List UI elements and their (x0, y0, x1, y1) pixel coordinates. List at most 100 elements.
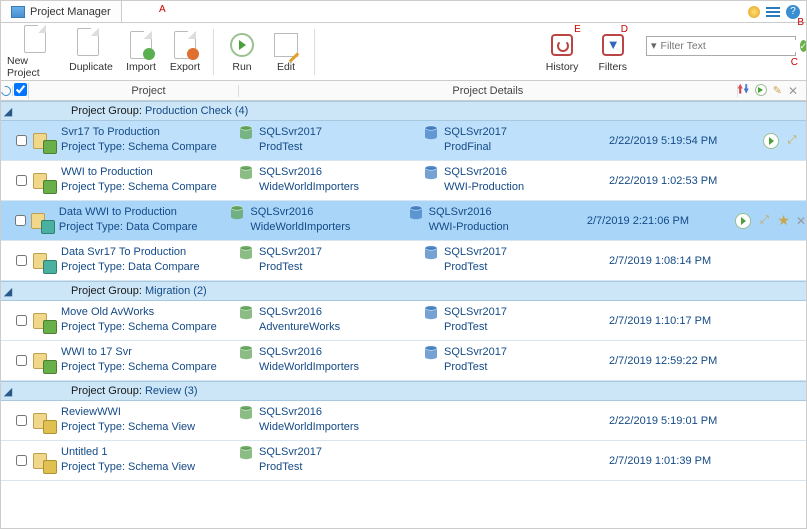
project-row[interactable]: Svr17 To Production Project Type: Schema… (1, 121, 806, 161)
edit-header-icon[interactable]: ✎ (773, 84, 782, 98)
project-name[interactable]: ReviewWWI (61, 405, 239, 420)
project-row[interactable]: Data WWI to Production Project Type: Dat… (1, 201, 806, 241)
target-server[interactable]: SQLSvr2017 (444, 345, 507, 360)
target-db[interactable]: ProdTest (444, 260, 507, 275)
project-type-icon (31, 210, 53, 232)
source-db-icon (239, 305, 253, 321)
row-checkbox[interactable] (16, 135, 27, 146)
project-name[interactable]: Data Svr17 To Production (61, 245, 239, 260)
row-checkbox[interactable] (16, 315, 27, 326)
filter-input[interactable] (661, 40, 796, 52)
row-checkbox[interactable] (16, 255, 27, 266)
project-row[interactable]: WWI to 17 Svr Project Type: Schema Compa… (1, 341, 806, 381)
source-server[interactable]: SQLSvr2017 (259, 125, 322, 140)
project-name[interactable]: WWI to 17 Svr (61, 345, 239, 360)
export-button[interactable]: Export (163, 25, 207, 79)
project-name[interactable]: Svr17 To Production (61, 125, 239, 140)
source-db-icon (239, 405, 253, 421)
annotation-c: C (791, 57, 798, 68)
target-db[interactable]: WWI-Production (429, 220, 509, 235)
titlebar: Project Manager A ? B (1, 1, 806, 23)
target-server[interactable]: SQLSvr2016 (444, 165, 524, 180)
row-checkbox[interactable] (16, 415, 27, 426)
edit-button[interactable]: Edit (264, 25, 308, 79)
source-db[interactable]: WideWorldImporters (259, 360, 359, 375)
source-server[interactable]: SQLSvr2017 (259, 245, 322, 260)
collapse-icon[interactable]: ◢ (3, 385, 13, 398)
column-header: Project Project Details ✎ ✕ (1, 81, 806, 101)
source-server[interactable]: SQLSvr2016 (259, 405, 359, 420)
project-type: Project Type: Schema Compare (61, 360, 239, 375)
source-db[interactable]: WideWorldImporters (250, 220, 350, 235)
project-row[interactable]: Move Old AvWorks Project Type: Schema Co… (1, 301, 806, 341)
select-all-checkbox[interactable] (13, 83, 29, 99)
group-header[interactable]: ◢ Project Group: Review (3) (1, 381, 806, 401)
target-server[interactable]: SQLSvr2017 (444, 305, 507, 320)
source-server[interactable]: SQLSvr2016 (250, 205, 350, 220)
target-server[interactable]: SQLSvr2017 (444, 245, 507, 260)
source-db[interactable]: AdventureWorks (259, 320, 340, 335)
source-db[interactable]: WideWorldImporters (259, 420, 359, 435)
source-server[interactable]: SQLSvr2016 (259, 165, 359, 180)
target-server[interactable]: SQLSvr2017 (444, 125, 507, 140)
project-type: Project Type: Data Compare (59, 220, 231, 235)
run-button[interactable]: Run (220, 25, 264, 79)
source-db[interactable]: ProdTest (259, 460, 322, 475)
sort-icon[interactable] (738, 84, 749, 98)
filters-button[interactable]: Filters (591, 25, 635, 79)
project-name[interactable]: Untitled 1 (61, 445, 239, 460)
lightbulb-icon[interactable] (748, 6, 760, 18)
project-name[interactable]: Data WWI to Production (59, 205, 231, 220)
source-server[interactable]: SQLSvr2016 (259, 305, 340, 320)
target-server[interactable]: SQLSvr2016 (429, 205, 509, 220)
target-db[interactable]: ProdTest (444, 320, 507, 335)
project-row[interactable]: WWI to Production Project Type: Schema C… (1, 161, 806, 201)
col-details[interactable]: Project Details (239, 85, 738, 97)
delete-header-icon[interactable]: ✕ (788, 84, 798, 98)
row-checkbox[interactable] (16, 455, 27, 466)
row-open-button[interactable]: ⤢ (785, 134, 799, 148)
duplicate-button[interactable]: Duplicate (63, 25, 119, 79)
target-db[interactable]: ProdFinal (444, 140, 507, 155)
row-checkbox[interactable] (16, 175, 27, 186)
row-run-button[interactable] (735, 213, 751, 229)
menu-icon[interactable] (766, 7, 780, 17)
col-project[interactable]: Project (59, 85, 239, 97)
group-label: Project Group: Production Check (4) (71, 105, 248, 117)
source-db-icon (230, 205, 244, 221)
project-name[interactable]: WWI to Production (61, 165, 239, 180)
filter-apply-icon[interactable]: ✓ (800, 40, 807, 52)
collapse-icon[interactable]: ◢ (3, 105, 13, 118)
group-header[interactable]: ◢ Project Group: Production Check (4) (1, 101, 806, 121)
collapse-icon[interactable]: ◢ (3, 285, 13, 298)
target-db-icon (424, 125, 438, 141)
source-server[interactable]: SQLSvr2016 (259, 345, 359, 360)
row-checkbox[interactable] (16, 355, 27, 366)
source-server[interactable]: SQLSvr2017 (259, 445, 322, 460)
row-run-button[interactable] (763, 133, 779, 149)
project-row[interactable]: Untitled 1 Project Type: Schema View SQL… (1, 441, 806, 481)
source-db[interactable]: ProdTest (259, 260, 322, 275)
tab-project-manager[interactable]: Project Manager (1, 1, 122, 22)
toolbar: New Project Duplicate Import Export Run … (1, 23, 806, 81)
project-row[interactable]: ReviewWWI Project Type: Schema View SQLS… (1, 401, 806, 441)
import-button[interactable]: Import (119, 25, 163, 79)
row-open-button[interactable]: ⤢ (757, 214, 771, 228)
source-db[interactable]: WideWorldImporters (259, 180, 359, 195)
refresh-header[interactable] (1, 86, 13, 96)
target-db[interactable]: WWI-Production (444, 180, 524, 195)
row-delete-button[interactable]: ✕ (796, 214, 806, 228)
timestamp: 2/22/2019 5:19:54 PM (609, 125, 759, 156)
project-row[interactable]: Data Svr17 To Production Project Type: D… (1, 241, 806, 281)
target-db[interactable]: ProdTest (444, 360, 507, 375)
group-header[interactable]: ◢ Project Group: Migration (2) (1, 281, 806, 301)
filter-box[interactable]: ▾ ✓ (646, 36, 796, 56)
project-type: Project Type: Schema View (61, 420, 239, 435)
project-name[interactable]: Move Old AvWorks (61, 305, 239, 320)
row-checkbox[interactable] (15, 215, 26, 226)
project-type: Project Type: Schema Compare (61, 320, 239, 335)
source-db[interactable]: ProdTest (259, 140, 322, 155)
new-project-button[interactable]: New Project (7, 25, 63, 79)
row-favorite-button[interactable]: ★ (777, 212, 790, 229)
run-all-icon[interactable] (755, 84, 767, 96)
